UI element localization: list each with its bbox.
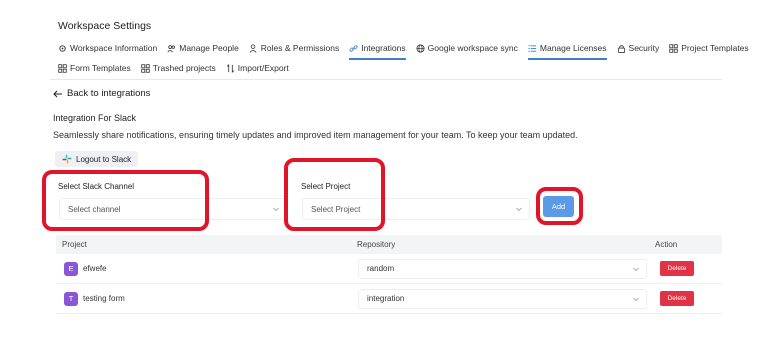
avatar: T	[64, 291, 78, 306]
integration-title: Integration For Slack	[53, 113, 137, 123]
slack-channel-label: Select Slack Channel	[58, 182, 135, 191]
integration-description: Seamlessly share notifications, ensuring…	[53, 130, 578, 140]
chevron-down-icon	[632, 265, 640, 273]
tab-label: Integrations	[361, 43, 406, 53]
tabs-row-1: Workspace Information Manage People Role…	[58, 38, 749, 60]
grid-icon	[58, 63, 67, 73]
repository-value: integration	[367, 294, 405, 303]
tab-project-templates[interactable]: Project Templates	[669, 38, 749, 58]
tab-label: Workspace Information	[70, 43, 158, 53]
project-label: Select Project	[301, 182, 351, 191]
grid-icon	[669, 43, 678, 53]
table-header: Project Repository Action	[56, 235, 722, 254]
back-link-label: Back to integrations	[67, 88, 151, 99]
logout-slack-button[interactable]: Logout to Slack	[55, 151, 139, 167]
tab-manage-licenses[interactable]: Manage Licenses	[527, 38, 607, 60]
project-name: testing form	[83, 294, 125, 303]
column-repository: Repository	[357, 240, 396, 249]
grid-icon	[141, 63, 150, 73]
tab-security[interactable]: Security	[617, 38, 660, 58]
gear-icon	[58, 44, 67, 53]
tabs-row-2: Form Templates Trashed projects Import/E…	[58, 58, 728, 78]
repository-select[interactable]: random	[358, 258, 647, 279]
tab-google-workspace-sync[interactable]: Google workspace sync	[416, 38, 518, 58]
tab-label: Google workspace sync	[427, 43, 518, 53]
tabs-divider	[50, 79, 722, 80]
slack-icon	[62, 154, 72, 164]
tab-workspace-information[interactable]: Workspace Information	[58, 38, 157, 58]
chevron-down-icon	[272, 205, 280, 213]
slack-channel-placeholder: Select channel	[68, 204, 121, 214]
tab-label: Import/Export	[237, 63, 289, 73]
tab-label: Security	[628, 43, 660, 53]
tab-label: Project Templates	[681, 43, 749, 53]
tab-label: Form Templates	[70, 63, 131, 73]
repository-cell: random	[358, 258, 647, 279]
table-row: E efwefe random Delete	[56, 254, 722, 284]
avatar: E	[64, 261, 78, 276]
action-cell: Delete	[660, 291, 694, 306]
chevron-down-icon	[515, 205, 523, 213]
page-title: Workspace Settings	[58, 20, 152, 32]
delete-button[interactable]: Delete	[660, 291, 694, 306]
tab-trashed-projects[interactable]: Trashed projects	[141, 58, 216, 78]
back-to-integrations-link[interactable]: Back to integrations	[53, 88, 150, 99]
add-button[interactable]: Add	[543, 196, 574, 217]
tab-roles-permissions[interactable]: Roles & Permissions	[249, 38, 339, 58]
user-key-icon	[249, 43, 258, 53]
people-icon	[167, 44, 176, 53]
tab-label: Trashed projects	[152, 63, 216, 73]
tab-label: Roles & Permissions	[260, 43, 340, 53]
project-placeholder: Select Project	[311, 204, 361, 214]
link-icon	[349, 44, 358, 53]
table-row: T testing form integration Delete	[56, 284, 722, 314]
list-icon	[528, 44, 537, 53]
action-cell: Delete	[660, 261, 694, 276]
globe-icon	[416, 43, 425, 53]
repository-cell: integration	[358, 288, 647, 309]
tab-import-export[interactable]: Import/Export	[226, 58, 289, 78]
integrations-table: Project Repository Action E efwefe rando…	[56, 235, 722, 314]
lock-icon	[617, 44, 626, 53]
logout-slack-label: Logout to Slack	[76, 154, 132, 164]
column-project: Project	[62, 240, 87, 249]
column-action: Action	[655, 240, 678, 249]
repository-select[interactable]: integration	[358, 288, 647, 309]
settings-tabs: Workspace Information Manage People Role…	[58, 38, 749, 78]
tab-label: Manage Licenses	[539, 43, 607, 53]
delete-button[interactable]: Delete	[660, 261, 694, 276]
swap-icon	[226, 63, 235, 73]
slack-channel-select[interactable]: Select channel	[59, 198, 287, 220]
tab-form-templates[interactable]: Form Templates	[58, 58, 131, 78]
project-name: efwefe	[83, 264, 107, 273]
chevron-down-icon	[632, 295, 640, 303]
project-select[interactable]: Select Project	[302, 198, 530, 220]
tab-integrations[interactable]: Integrations	[349, 38, 407, 60]
project-cell: E efwefe	[64, 261, 107, 276]
repository-value: random	[367, 264, 395, 273]
highlight-project	[284, 158, 385, 231]
tab-label: Manage People	[179, 43, 239, 53]
project-cell: T testing form	[64, 291, 125, 306]
tab-manage-people[interactable]: Manage People	[167, 38, 239, 58]
arrow-left-icon	[53, 90, 63, 98]
